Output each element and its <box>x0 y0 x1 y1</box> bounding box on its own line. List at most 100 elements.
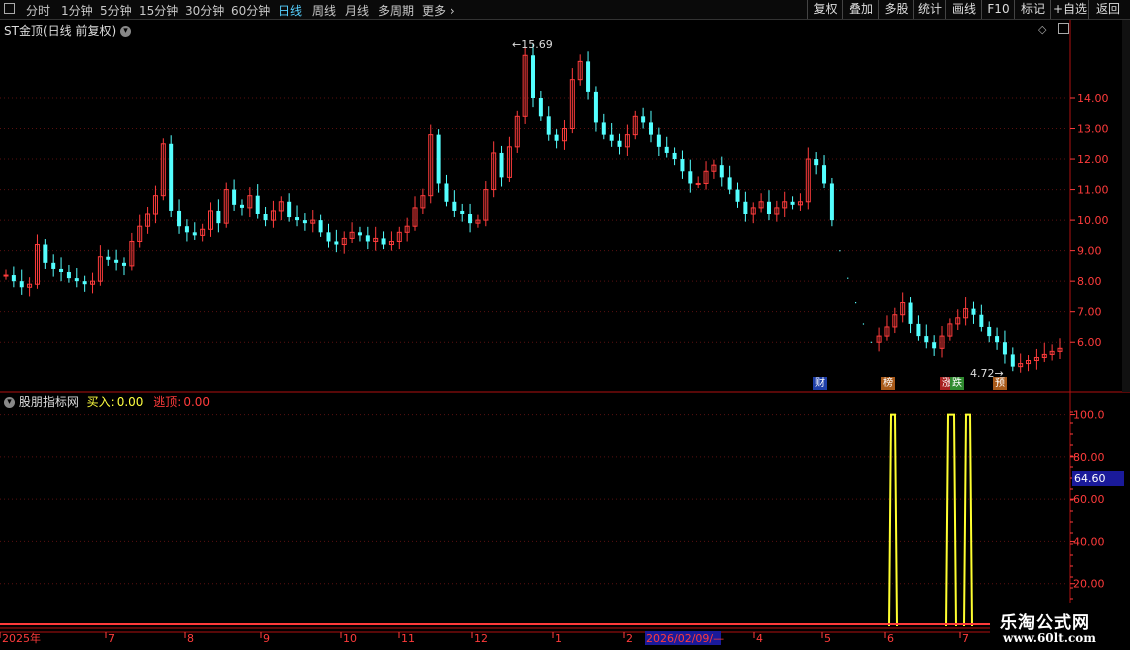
candle-body <box>263 214 268 221</box>
indicator-tick-label: 40.00 <box>1073 535 1105 548</box>
candle-body <box>51 262 56 269</box>
indicator-tick-label: 80.00 <box>1073 451 1105 464</box>
x-tick-label: 7 <box>962 632 969 645</box>
diamond-icon[interactable]: ◇ <box>1038 23 1046 36</box>
candle-body <box>908 302 913 324</box>
candle-body <box>932 342 937 349</box>
sell-value: 0.00 <box>183 395 211 409</box>
grid <box>0 20 1130 633</box>
sell-label: 逃顶: <box>153 395 182 409</box>
indicator-tick-label: 100.0 <box>1073 409 1105 422</box>
candle-body <box>468 214 473 224</box>
x-tick-label: 6 <box>887 632 894 645</box>
candle-body <box>743 201 748 214</box>
candle-dot <box>854 302 857 304</box>
candle-body <box>648 122 653 135</box>
candle-body <box>1010 354 1015 367</box>
indicator-tick-label: 20.00 <box>1073 578 1105 591</box>
candle-body <box>295 217 300 221</box>
candle-body <box>287 201 292 218</box>
buy-label: 买入: <box>86 395 115 409</box>
indicator-name: 股朋指标网 <box>18 395 79 409</box>
badge-fall[interactable]: 跌 <box>950 377 964 390</box>
candle-body <box>680 159 685 172</box>
high-price-label: ←15.69 <box>512 38 553 51</box>
candle-body <box>656 134 661 147</box>
indicator-spike <box>963 413 973 627</box>
candle-body <box>790 201 795 205</box>
candle-body <box>499 152 504 178</box>
candle-dot <box>847 277 849 279</box>
indicator-spike <box>945 413 957 627</box>
candle-body <box>641 116 646 123</box>
x-tick-label: 7 <box>108 632 115 645</box>
candle-body <box>334 241 339 245</box>
candle-body <box>82 281 87 285</box>
price-tick-label: 13.00 <box>1077 123 1109 136</box>
window-toggle-icon[interactable] <box>1058 23 1069 34</box>
price-tick-label: 10.00 <box>1077 214 1109 227</box>
price-tick-label: 11.00 <box>1077 184 1109 197</box>
candle-body <box>609 134 614 141</box>
candle-body <box>664 146 669 153</box>
candle-dot <box>839 250 841 252</box>
x-tick-label: 12 <box>474 632 488 645</box>
x-tick-label: 8 <box>187 632 194 645</box>
candle-body <box>106 256 111 260</box>
x-tick-label: 11 <box>401 632 415 645</box>
badge-rank[interactable]: 榜 <box>881 377 895 390</box>
x-tick-label: 4 <box>756 632 763 645</box>
candle-body <box>531 55 535 98</box>
candle-body <box>695 182 701 185</box>
indicator-tick-label: 60.00 <box>1073 493 1105 506</box>
price-tick-label: 12.00 <box>1077 153 1109 166</box>
candle-body <box>727 177 732 190</box>
candle-body <box>177 210 182 227</box>
x-tick-label: 2 <box>626 632 633 645</box>
candle-body <box>326 232 331 242</box>
x-tick-label: 2025年 <box>2 631 41 645</box>
candle-body <box>1002 342 1007 355</box>
candle-body <box>554 134 559 141</box>
x-tick-label: 10 <box>343 632 357 645</box>
candle-body <box>302 220 307 224</box>
candle-body <box>987 326 992 337</box>
chevron-down-icon[interactable]: ▾ <box>119 26 131 37</box>
candle-body <box>601 122 606 135</box>
candle-body <box>617 140 622 147</box>
candle-body <box>66 272 71 279</box>
candle-body <box>192 232 197 236</box>
x-tick-label: 2026/02/09/— <box>646 632 724 645</box>
main-panel-header: ST金顶(日线 前复权) ▾ <box>4 22 131 39</box>
price-tick-label: 7.00 <box>1077 306 1102 319</box>
badge-finance[interactable]: 财 <box>813 377 827 390</box>
x-tick-label: 9 <box>263 632 270 645</box>
current-value-box: 64.60 <box>1072 471 1124 486</box>
x-tick-label: 5 <box>824 632 831 645</box>
candle-body <box>538 98 543 117</box>
candles <box>3 43 1063 373</box>
candle-body <box>114 259 119 263</box>
candle-body <box>735 189 740 202</box>
chevron-down-icon[interactable]: ▾ <box>4 397 15 408</box>
candle-body <box>121 262 126 266</box>
candle-body <box>766 201 771 214</box>
axes: 14.0013.0012.0011.0010.009.008.007.006.0… <box>0 92 1109 645</box>
kline-chart[interactable]: 14.0013.0012.0011.0010.009.008.007.006.0… <box>0 0 1130 650</box>
candle-body <box>3 274 9 277</box>
candle-body <box>979 314 984 327</box>
candle-body <box>995 336 1000 343</box>
candle-body <box>452 201 457 211</box>
badge-forecast[interactable]: 预 <box>993 377 1007 390</box>
candle-body <box>169 143 174 211</box>
candle-body <box>43 244 48 263</box>
candle-body <box>74 278 79 282</box>
site-watermark: 乐淘公式网 www.60lt.com <box>990 603 1130 650</box>
candle-body <box>546 116 551 135</box>
price-tick-label: 8.00 <box>1077 275 1102 288</box>
candle-body <box>239 204 244 208</box>
candle-body <box>829 183 834 221</box>
candle-body <box>719 165 724 178</box>
candle-body <box>593 91 598 123</box>
buy-value: 0.00 <box>116 395 144 409</box>
